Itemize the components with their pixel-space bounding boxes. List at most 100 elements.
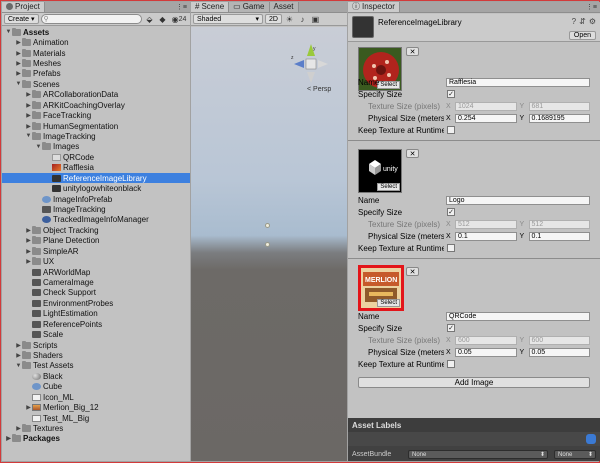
expanded-arrow-icon[interactable]: ▼	[35, 144, 42, 150]
specify-size-checkbox[interactable]: ✓	[447, 90, 455, 98]
tree-item[interactable]: LightEstimation	[2, 309, 190, 319]
tree-item[interactable]: ▶ Scripts	[2, 340, 190, 350]
collapsed-arrow-icon[interactable]: ▶	[15, 352, 22, 359]
filter-type-icon[interactable]: ⬙	[144, 14, 155, 24]
expanded-arrow-icon[interactable]: ▼	[5, 29, 12, 35]
specify-size-checkbox[interactable]: ✓	[447, 208, 455, 216]
search-input[interactable]: ⚲	[40, 14, 142, 24]
physical-width-field[interactable]: 0.05	[455, 347, 517, 357]
tab-game[interactable]: ▭ Game	[229, 2, 270, 12]
name-field[interactable]: Logo	[446, 195, 590, 205]
collapsed-arrow-icon[interactable]: ▶	[15, 425, 22, 432]
specify-size-checkbox[interactable]: ✓	[447, 324, 455, 332]
panel-menu-icon[interactable]: ⋮≡	[176, 3, 187, 11]
collapsed-arrow-icon[interactable]: ▶	[15, 70, 22, 77]
keep-texture-checkbox[interactable]	[447, 126, 455, 134]
preset-icon[interactable]: ⇵	[579, 17, 586, 26]
hidden-packages-icon[interactable]: ◉ 24	[170, 14, 188, 24]
tree-item[interactable]: Black	[2, 371, 190, 381]
tab-inspector[interactable]: ⓘ Inspector	[348, 2, 400, 12]
tree-item[interactable]: Icon_ML	[2, 392, 190, 402]
tree-item[interactable]: EnvironmentProbes	[2, 298, 190, 308]
panel-menu-icon[interactable]: ⋮≡	[586, 3, 597, 11]
physical-height-field[interactable]: 0.05	[528, 347, 590, 357]
shading-mode-dropdown[interactable]: Shaded ▾	[193, 14, 263, 24]
tree-item[interactable]: ▶ Merlion_Big_12	[2, 402, 190, 412]
tree-item[interactable]: ▶ HumanSegmentation	[2, 121, 190, 131]
scene-viewport[interactable]: y z < Persp	[191, 27, 347, 461]
add-image-button[interactable]: Add Image	[358, 377, 590, 388]
tree-item[interactable]: ▶ Shaders	[2, 350, 190, 360]
tree-item[interactable]: Rafflesia	[2, 163, 190, 173]
tab-asset-store[interactable]: Asset	[269, 2, 299, 12]
physical-height-field[interactable]: 0.1	[528, 231, 590, 241]
collapsed-arrow-icon[interactable]: ▶	[15, 342, 22, 349]
tree-item[interactable]: Cube	[2, 382, 190, 392]
tree-item[interactable]: TrackedImageInfoManager	[2, 215, 190, 225]
physical-width-field[interactable]: 0.1	[455, 231, 517, 241]
gear-icon[interactable]: ⚙	[589, 17, 596, 26]
keep-texture-checkbox[interactable]	[447, 244, 455, 252]
expanded-arrow-icon[interactable]: ▼	[15, 363, 22, 369]
tree-item[interactable]: ▶ Prefabs	[2, 69, 190, 79]
help-icon[interactable]: ?	[572, 17, 576, 26]
select-button[interactable]: Select	[377, 299, 400, 307]
collapsed-arrow-icon[interactable]: ▶	[15, 39, 22, 46]
tree-item[interactable]: Check Support	[2, 288, 190, 298]
effects-toggle-icon[interactable]: ▣	[310, 14, 321, 24]
scene-object-marker[interactable]	[265, 242, 270, 247]
open-button[interactable]: Open	[568, 31, 596, 40]
scene-object-marker[interactable]	[265, 223, 270, 228]
tree-item[interactable]: unitylogowhiteonblack	[2, 183, 190, 193]
tree-item[interactable]: Test_ML_Big	[2, 413, 190, 423]
tree-item[interactable]: ▼ Images	[2, 142, 190, 152]
asset-labels-header[interactable]: Asset Labels	[348, 418, 600, 432]
tree-item[interactable]: CameraImage	[2, 277, 190, 287]
tree-item[interactable]: ▶ Materials	[2, 48, 190, 58]
collapsed-arrow-icon[interactable]: ▶	[25, 112, 32, 119]
tree-item[interactable]: ▶ Packages	[2, 434, 190, 444]
physical-width-field[interactable]: 0.254	[455, 113, 517, 123]
keep-texture-checkbox[interactable]	[447, 360, 455, 368]
tree-item[interactable]: ReferenceImageLibrary	[2, 173, 190, 184]
filter-label-icon[interactable]: ◆	[157, 14, 168, 24]
collapsed-arrow-icon[interactable]: ▶	[25, 237, 32, 244]
remove-image-button[interactable]: ✕	[406, 47, 419, 56]
tree-item[interactable]: ▼ Assets	[2, 27, 190, 37]
collapsed-arrow-icon[interactable]: ▶	[5, 435, 12, 442]
tree-item[interactable]: ▶ UX	[2, 256, 190, 266]
tree-item[interactable]: ReferencePoints	[2, 319, 190, 329]
tree-item[interactable]: ▶ Animation	[2, 37, 190, 47]
collapsed-arrow-icon[interactable]: ▶	[25, 404, 32, 411]
2d-toggle[interactable]: 2D	[265, 14, 282, 24]
expanded-arrow-icon[interactable]: ▼	[15, 81, 22, 87]
tree-item[interactable]: QRCode	[2, 152, 190, 162]
tree-item[interactable]: ▼ Test Assets	[2, 361, 190, 371]
tree-item[interactable]: ImageInfoPrefab	[2, 194, 190, 204]
light-toggle-icon[interactable]: ☀	[284, 14, 295, 24]
expanded-arrow-icon[interactable]: ▼	[25, 133, 32, 139]
remove-image-button[interactable]: ✕	[406, 149, 419, 158]
collapsed-arrow-icon[interactable]: ▶	[25, 102, 32, 109]
tree-item[interactable]: ▼ ImageTracking	[2, 131, 190, 141]
physical-height-field[interactable]: 0.1689195	[528, 113, 590, 123]
collapsed-arrow-icon[interactable]: ▶	[25, 91, 32, 98]
projection-toggle[interactable]: < Persp	[307, 86, 331, 93]
tree-item[interactable]: ▶ ARCollaborationData	[2, 90, 190, 100]
tree-item[interactable]: ARWorldMap	[2, 267, 190, 277]
audio-toggle-icon[interactable]: ♪	[297, 14, 308, 24]
tab-scene[interactable]: # Scene	[191, 2, 230, 12]
name-field[interactable]: Rafflesia	[446, 77, 590, 87]
asset-variant-dropdown[interactable]: None	[554, 450, 596, 459]
collapsed-arrow-icon[interactable]: ▶	[15, 50, 22, 57]
tree-item[interactable]: ▶ ARKitCoachingOverlay	[2, 100, 190, 110]
asset-bundle-dropdown[interactable]: None	[408, 450, 548, 459]
collapsed-arrow-icon[interactable]: ▶	[25, 123, 32, 130]
tree-item[interactable]: ▶ FaceTracking	[2, 110, 190, 120]
image-thumbnail[interactable]: unity Select	[358, 149, 402, 193]
remove-image-button[interactable]: ✕	[406, 267, 419, 276]
tree-item[interactable]: ▶ SimpleAR	[2, 246, 190, 256]
collapsed-arrow-icon[interactable]: ▶	[15, 60, 22, 67]
tag-icon[interactable]	[586, 434, 596, 444]
tree-item[interactable]: ▶ Textures	[2, 423, 190, 433]
